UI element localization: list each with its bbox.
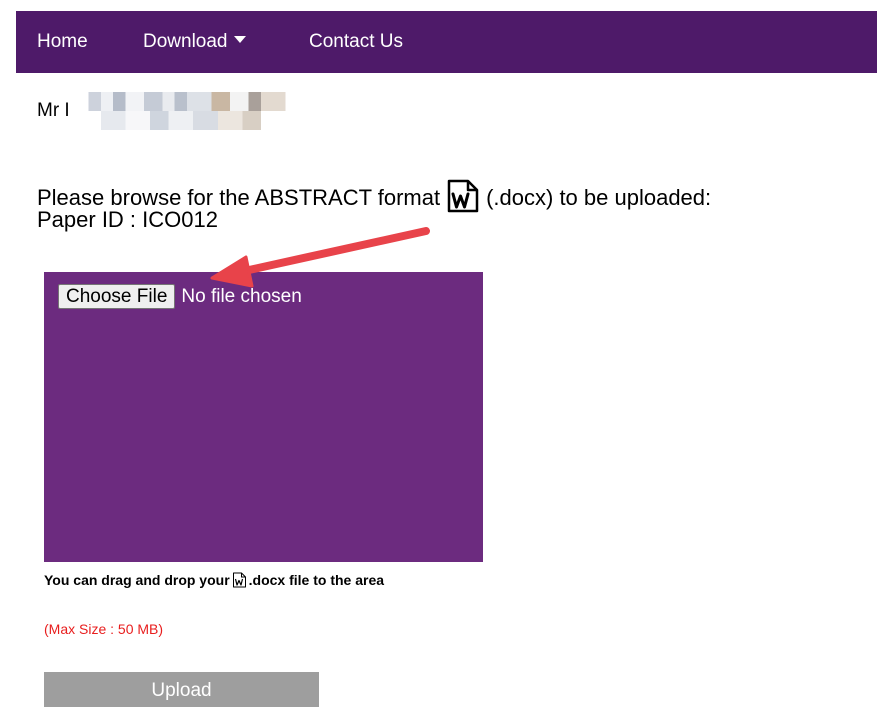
nav-download-label: Download	[143, 31, 228, 52]
choose-file-button[interactable]: Choose File	[58, 284, 176, 309]
file-status-text: No file chosen	[181, 285, 302, 307]
nav-contact-label: Contact Us	[309, 31, 403, 52]
nav-download-dropdown[interactable]: Download	[143, 11, 246, 73]
redacted-name	[69, 92, 378, 130]
top-navbar: Home Download Contact Us	[16, 11, 877, 73]
nav-contact-link[interactable]: Contact Us	[309, 11, 403, 73]
word-doc-icon	[446, 179, 480, 219]
word-doc-icon	[232, 572, 247, 591]
paper-id: Paper ID : ICO012	[37, 207, 218, 232]
drag-drop-hint: You can drag and drop your .docx file to…	[44, 572, 384, 591]
upload-button[interactable]: Upload	[44, 672, 319, 707]
caret-down-icon	[233, 36, 246, 44]
nav-home-link[interactable]: Home	[37, 11, 88, 73]
prompt-text-after: (.docx) to be uploaded:	[486, 185, 712, 210]
drag-hint-after: .docx file to the area	[248, 572, 385, 588]
user-greeting: Mr I	[37, 92, 378, 132]
file-input[interactable]: Choose File No file chosen	[58, 284, 302, 309]
user-salutation: Mr I	[37, 100, 70, 121]
nav-home-label: Home	[37, 31, 88, 52]
drag-hint-before: You can drag and drop your	[44, 572, 230, 588]
max-size-note: (Max Size : 50 MB)	[44, 621, 164, 637]
file-drop-zone[interactable]: Choose File No file chosen	[44, 272, 483, 562]
